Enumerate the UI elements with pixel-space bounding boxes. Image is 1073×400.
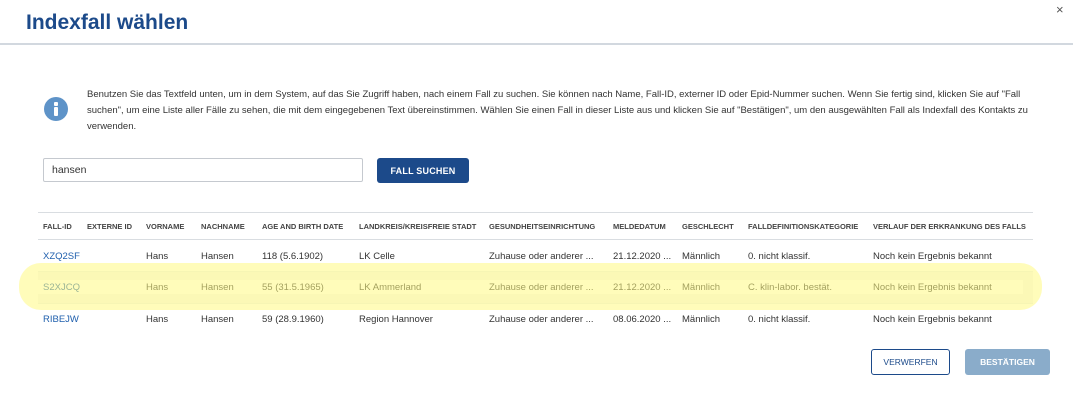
classification-cell: 0. nicht klassif. bbox=[748, 251, 811, 262]
last-name-cell: Hansen bbox=[201, 282, 234, 293]
first-name-cell: Hans bbox=[146, 314, 169, 325]
table-row[interactable]: RIBEJW Hans Hansen 59 (28.9.1960) Region… bbox=[38, 304, 1033, 335]
district-cell: Region Hannover bbox=[359, 314, 433, 325]
confirm-button[interactable]: BESTÄTIGEN bbox=[965, 349, 1050, 375]
outcome-cell: Noch kein Ergebnis bekannt bbox=[873, 282, 992, 293]
column-header-external-id[interactable]: EXTERNE ID bbox=[87, 222, 132, 231]
report-date-cell: 21.12.2020 ... bbox=[613, 251, 672, 262]
case-id-link[interactable]: XZQ2SF bbox=[43, 251, 80, 262]
info-icon bbox=[44, 97, 68, 121]
age-birth-date-cell: 55 (31.5.1965) bbox=[262, 282, 324, 293]
close-icon[interactable]: × bbox=[1056, 2, 1064, 17]
age-birth-date-cell: 59 (28.9.1960) bbox=[262, 314, 324, 325]
table-row-selected[interactable]: S2XJCQ Hans Hansen 55 (31.5.1965) LK Amm… bbox=[38, 272, 1033, 303]
column-header-case-classification[interactable]: FALLDEFINITIONSKATEGORIE bbox=[748, 222, 858, 231]
search-input[interactable] bbox=[43, 158, 363, 182]
case-id-link[interactable]: S2XJCQ bbox=[43, 282, 80, 293]
column-header-case-id[interactable]: FALL-ID bbox=[43, 222, 72, 231]
info-text: Benutzen Sie das Textfeld unten, um in d… bbox=[87, 89, 1028, 132]
column-header-age-birth-date[interactable]: AGE AND BIRTH DATE bbox=[262, 222, 343, 231]
table-header-divider bbox=[38, 239, 1033, 240]
column-header-last-name[interactable]: NACHNAME bbox=[201, 222, 245, 231]
first-name-cell: Hans bbox=[146, 251, 169, 262]
report-date-cell: 21.12.2020 ... bbox=[613, 282, 672, 293]
classification-cell: 0. nicht klassif. bbox=[748, 314, 811, 325]
case-id-link[interactable]: RIBEJW bbox=[43, 314, 79, 325]
table-top-divider bbox=[38, 212, 1033, 213]
classification-cell: C. klin-labor. bestät. bbox=[748, 282, 832, 293]
column-header-district[interactable]: LANDKREIS/KREISFREIE STADT bbox=[359, 222, 476, 231]
column-header-first-name[interactable]: VORNAME bbox=[146, 222, 184, 231]
discard-button[interactable]: VERWERFEN bbox=[871, 349, 950, 375]
dialog-title: Indexfall wählen bbox=[26, 11, 189, 34]
last-name-cell: Hansen bbox=[201, 251, 234, 262]
select-index-case-dialog: Indexfall wählen × Benutzen Sie das Text… bbox=[0, 0, 1073, 400]
first-name-cell: Hans bbox=[146, 282, 169, 293]
age-birth-date-cell: 118 (5.6.1902) bbox=[262, 251, 324, 262]
health-facility-cell: Zuhause oder anderer ... bbox=[489, 251, 594, 262]
outcome-cell: Noch kein Ergebnis bekannt bbox=[873, 314, 992, 325]
sex-cell: Männlich bbox=[682, 314, 721, 325]
health-facility-cell: Zuhause oder anderer ... bbox=[489, 314, 594, 325]
table-row[interactable]: XZQ2SF Hans Hansen 118 (5.6.1902) LK Cel… bbox=[38, 241, 1033, 272]
district-cell: LK Ammerland bbox=[359, 282, 422, 293]
column-header-outcome[interactable]: VERLAUF DER ERKRANKUNG DES FALLS bbox=[873, 222, 1026, 231]
last-name-cell: Hansen bbox=[201, 314, 234, 325]
health-facility-cell: Zuhause oder anderer ... bbox=[489, 282, 594, 293]
search-case-button[interactable]: FALL SUCHEN bbox=[377, 158, 469, 183]
outcome-cell: Noch kein Ergebnis bekannt bbox=[873, 251, 992, 262]
column-header-report-date[interactable]: MELDEDATUM bbox=[613, 222, 666, 231]
sex-cell: Männlich bbox=[682, 251, 721, 262]
column-header-health-facility[interactable]: GESUNDHEITSEINRICHTUNG bbox=[489, 222, 595, 231]
district-cell: LK Celle bbox=[359, 251, 395, 262]
column-header-sex[interactable]: GESCHLECHT bbox=[682, 222, 734, 231]
title-divider bbox=[0, 43, 1073, 45]
report-date-cell: 08.06.2020 ... bbox=[613, 314, 672, 325]
sex-cell: Männlich bbox=[682, 282, 721, 293]
